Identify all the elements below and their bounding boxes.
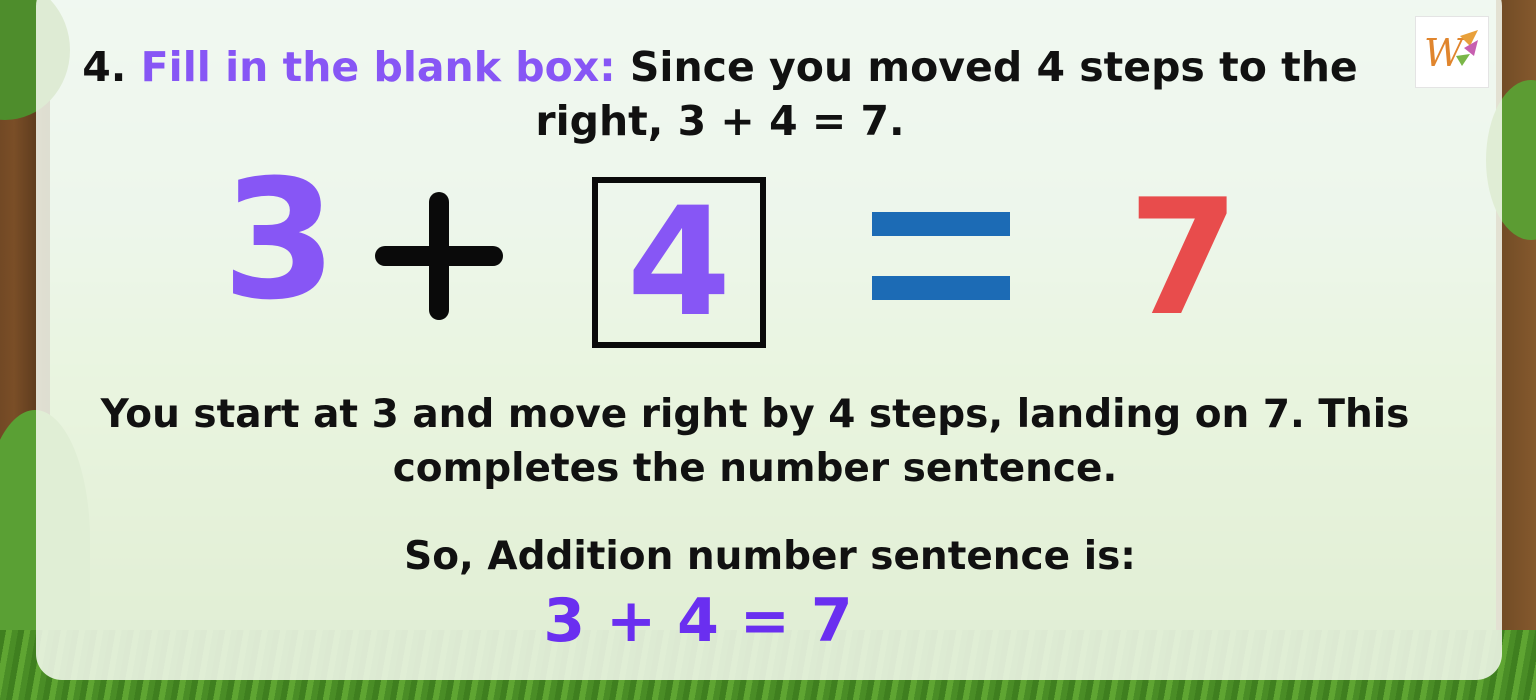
brand-logo: W	[1415, 16, 1489, 88]
w-brand-logo-icon: W	[1424, 30, 1478, 75]
question-heading: 4. Fill in the blank box: Since you move…	[60, 40, 1380, 148]
summary-label: So, Addition number sentence is:	[404, 534, 1136, 579]
blank-answer-value: 4	[626, 175, 732, 350]
question-text: Since you moved 4 steps to the right, 3 …	[535, 43, 1358, 145]
plus-sign-icon	[375, 192, 503, 320]
question-number: 4.	[82, 43, 127, 91]
explanation-text: You start at 3 and move right by 4 steps…	[100, 392, 1410, 491]
equals-sign-icon	[872, 212, 1010, 300]
equation-first-addend: 3	[222, 144, 337, 336]
svg-text:W: W	[1424, 31, 1466, 75]
summary-sentence: 3 + 4 = 7	[543, 586, 853, 656]
blank-answer-box: 4	[592, 177, 766, 348]
question-highlight: Fill in the blank box:	[140, 43, 616, 91]
equation-result: 7	[1128, 164, 1240, 351]
